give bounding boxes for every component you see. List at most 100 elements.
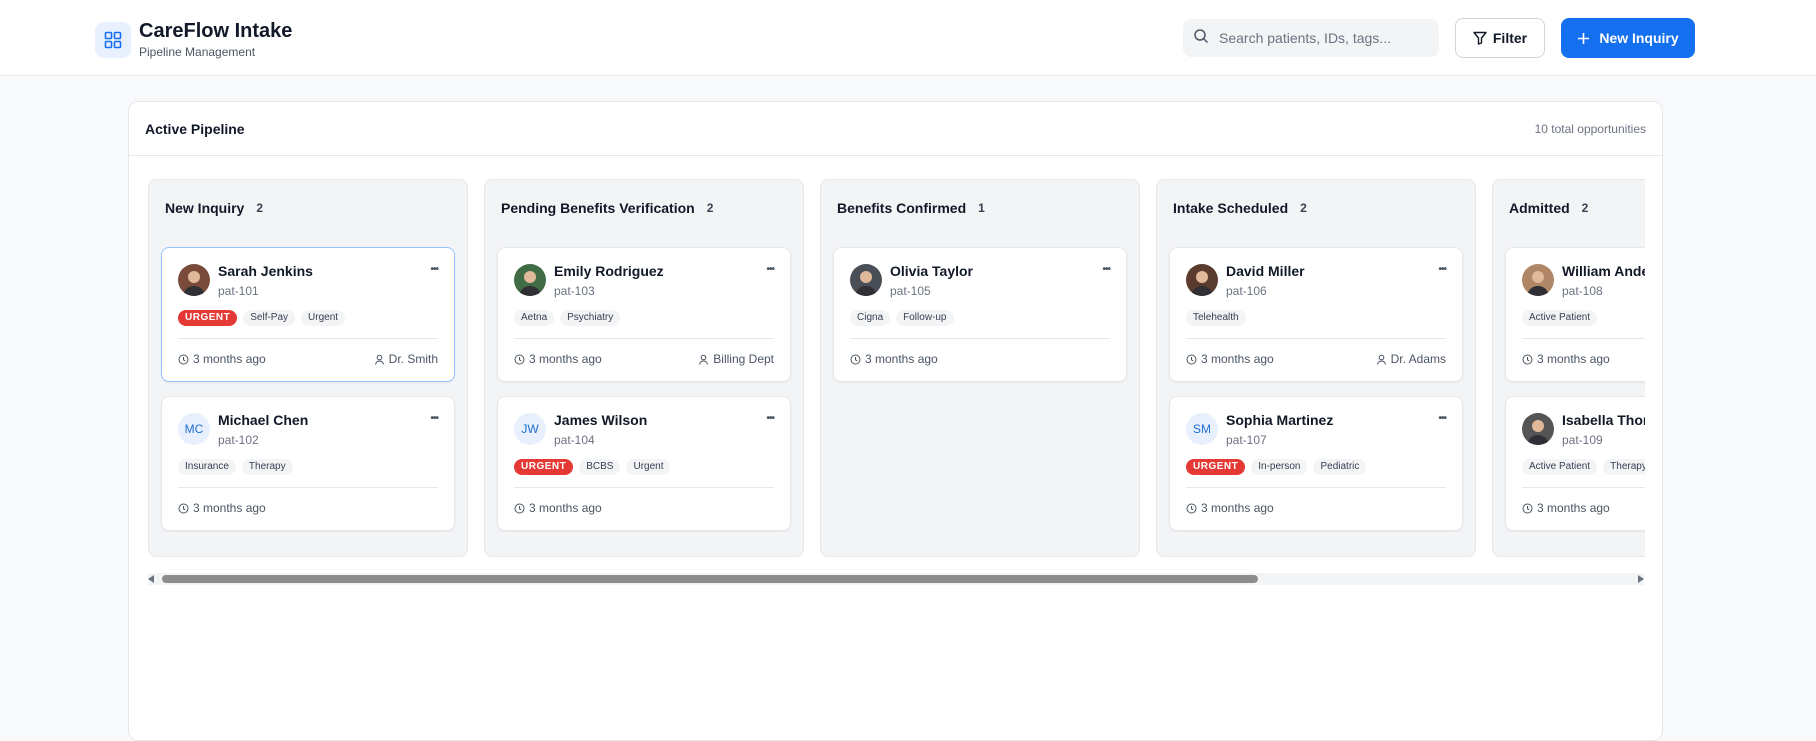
clock-icon bbox=[514, 503, 525, 514]
patient-id: pat-108 bbox=[1562, 284, 1603, 298]
patient-id: pat-103 bbox=[554, 284, 595, 298]
clock-icon bbox=[178, 354, 189, 365]
patient-name: Sophia Martinez bbox=[1226, 412, 1334, 428]
patient-card[interactable]: JW James Wilson pat-104 ••• URGENT BCBS Urgent… bbox=[497, 396, 791, 531]
user-icon bbox=[698, 354, 709, 365]
avatar bbox=[178, 264, 210, 296]
tag: Insurance bbox=[178, 459, 236, 475]
app-subtitle: Pipeline Management bbox=[139, 45, 256, 59]
tag-list: URGENT In-person Pediatric bbox=[1186, 459, 1367, 475]
patient-card[interactable]: SM Sophia Martinez pat-107 ••• URGENT In-pers… bbox=[1169, 396, 1463, 531]
time-text: 3 months ago bbox=[865, 352, 938, 366]
divider bbox=[178, 338, 438, 339]
column-header: Intake Scheduled 2 bbox=[1157, 180, 1475, 236]
tag: Therapy bbox=[241, 459, 293, 475]
patient-name: Olivia Taylor bbox=[890, 263, 973, 279]
scroll-right-icon[interactable] bbox=[1638, 575, 1644, 583]
filter-button[interactable]: Filter bbox=[1455, 18, 1545, 58]
tag: Urgent bbox=[626, 459, 671, 475]
avatar bbox=[1522, 264, 1554, 296]
time-text: 3 months ago bbox=[1537, 501, 1610, 515]
timestamp: 3 months ago bbox=[1186, 352, 1274, 366]
patient-name: Emily Rodriguez bbox=[554, 263, 664, 279]
new-inquiry-button[interactable]: New Inquiry bbox=[1561, 18, 1695, 58]
column-count: 2 bbox=[1581, 201, 1589, 215]
kanban-board[interactable]: New Inquiry 2 Sarah Jenkins pat-101 ••• URGEN… bbox=[148, 179, 1645, 559]
brand: CareFlow Intake Pipeline Management bbox=[95, 20, 292, 60]
patient-id: pat-107 bbox=[1226, 433, 1267, 447]
more-options-icon[interactable]: ••• bbox=[766, 264, 774, 275]
patient-id: pat-101 bbox=[218, 284, 259, 298]
tag: Active Patient bbox=[1522, 310, 1598, 326]
divider bbox=[514, 338, 774, 339]
patient-id: pat-106 bbox=[1226, 284, 1267, 298]
column-count: 2 bbox=[1300, 201, 1307, 215]
column-title: New Inquiry bbox=[165, 200, 245, 216]
divider bbox=[850, 338, 1110, 339]
patient-card[interactable]: Sarah Jenkins pat-101 ••• URGENT Self-Pay Urg… bbox=[161, 247, 455, 382]
filter-icon bbox=[1473, 31, 1487, 45]
tag: In-person bbox=[1251, 459, 1308, 475]
time-text: 3 months ago bbox=[529, 352, 602, 366]
patient-card[interactable]: William Andersonpat-108•••Active Patient… bbox=[1505, 247, 1645, 382]
tag: BCBS bbox=[579, 459, 621, 475]
more-options-icon[interactable]: ••• bbox=[1438, 264, 1446, 275]
patient-card[interactable]: Olivia Taylor pat-105 ••• Cigna Follow-up 3 m… bbox=[833, 247, 1127, 382]
time-text: 3 months ago bbox=[1537, 352, 1610, 366]
patient-name: James Wilson bbox=[554, 412, 648, 428]
patient-name: Sarah Jenkins bbox=[218, 263, 313, 279]
patient-name: David Miller bbox=[1226, 263, 1305, 279]
search-icon bbox=[1193, 28, 1209, 49]
column-header: Admitted 2 bbox=[1493, 180, 1645, 236]
tag: Self-Pay bbox=[243, 310, 296, 326]
avatar bbox=[1186, 264, 1218, 296]
tag-list: Telehealth bbox=[1186, 310, 1246, 326]
clock-icon bbox=[178, 503, 189, 514]
scroll-left-icon[interactable] bbox=[148, 575, 154, 583]
horizontal-scrollbar[interactable] bbox=[148, 573, 1644, 585]
plus-icon bbox=[1577, 32, 1590, 45]
more-options-icon[interactable]: ••• bbox=[1438, 413, 1446, 424]
timestamp: 3 months ago bbox=[1186, 501, 1274, 515]
avatar: JW bbox=[514, 413, 546, 445]
assignee-name: Billing Dept bbox=[713, 352, 774, 366]
tag: Urgent bbox=[301, 310, 346, 326]
patient-name: Isabella Thomas bbox=[1562, 412, 1645, 428]
search-input[interactable] bbox=[1219, 30, 1419, 46]
more-options-icon[interactable]: ••• bbox=[430, 264, 438, 275]
column-count: 1 bbox=[978, 201, 985, 215]
app-header: CareFlow Intake Pipeline Management Filt… bbox=[0, 0, 1816, 76]
patient-card[interactable]: Emily Rodriguez pat-103 ••• Aetna Psychiatry… bbox=[497, 247, 791, 382]
assignee: Billing Dept bbox=[698, 352, 774, 366]
total-count: 10 total opportunities bbox=[1534, 121, 1646, 136]
filter-label: Filter bbox=[1492, 30, 1528, 46]
timestamp: 3 months ago bbox=[514, 352, 602, 366]
more-options-icon[interactable]: ••• bbox=[766, 413, 774, 424]
assignee-name: Dr. Adams bbox=[1390, 352, 1446, 366]
tag-list: Active Patient Therapy bbox=[1522, 459, 1645, 475]
tag: Aetna bbox=[514, 310, 555, 326]
tag: Telehealth bbox=[1186, 310, 1246, 326]
urgent-badge: URGENT bbox=[1186, 459, 1246, 475]
patient-id: pat-105 bbox=[890, 284, 931, 298]
time-text: 3 months ago bbox=[193, 352, 266, 366]
avatar bbox=[514, 264, 546, 296]
patient-card[interactable]: MC Michael Chen pat-102 ••• Insurance Therapy… bbox=[161, 396, 455, 531]
timestamp: 3 months ago bbox=[1522, 352, 1610, 366]
search-box[interactable] bbox=[1183, 19, 1439, 57]
patient-id: pat-102 bbox=[218, 433, 259, 447]
time-text: 3 months ago bbox=[193, 501, 266, 515]
tag: Follow-up bbox=[896, 310, 954, 326]
scrollbar-thumb[interactable] bbox=[162, 575, 1258, 583]
patient-id: pat-104 bbox=[554, 433, 595, 447]
tag: Cigna bbox=[850, 310, 891, 326]
time-text: 3 months ago bbox=[529, 501, 602, 515]
column-header: New Inquiry 2 bbox=[149, 180, 467, 236]
patient-card[interactable]: Isabella Thomaspat-109•••Active PatientT… bbox=[1505, 396, 1645, 531]
tag: Therapy bbox=[1603, 459, 1645, 475]
more-options-icon[interactable]: ••• bbox=[430, 413, 438, 424]
avatar bbox=[850, 264, 882, 296]
clock-icon bbox=[1186, 503, 1197, 514]
patient-card[interactable]: David Miller pat-106 ••• Telehealth 3 months… bbox=[1169, 247, 1463, 382]
more-options-icon[interactable]: ••• bbox=[1102, 264, 1110, 275]
